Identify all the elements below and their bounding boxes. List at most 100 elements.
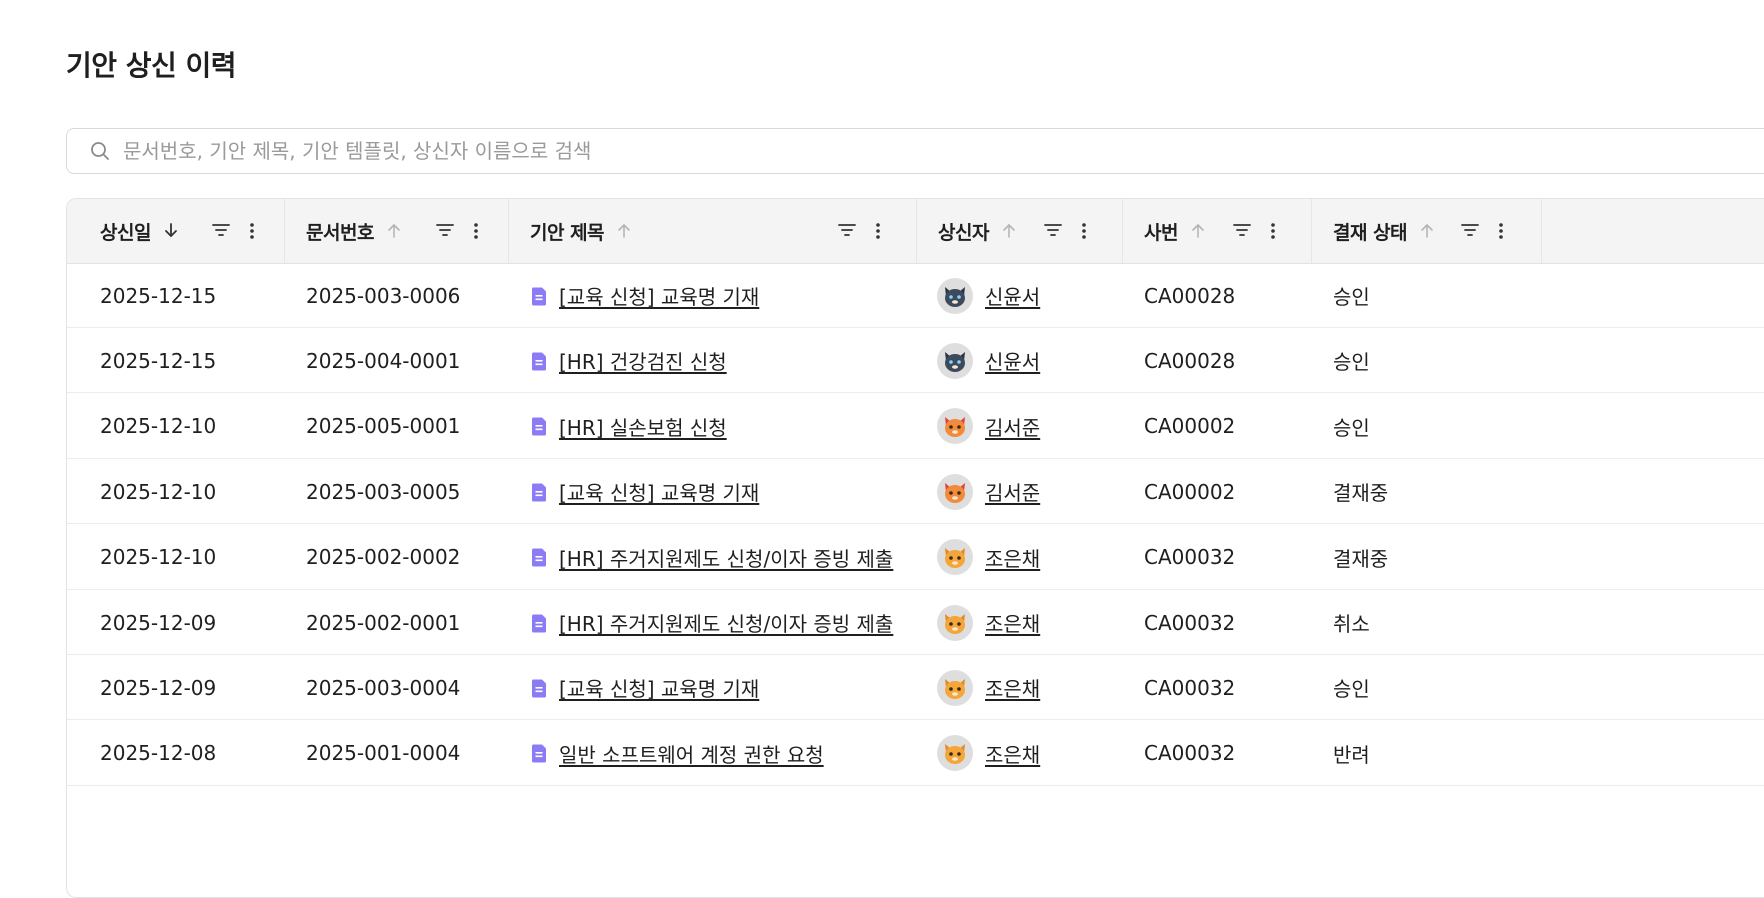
submitter-name-link[interactable]: 김서준 [985, 477, 1040, 506]
employee-number-cell: CA00032 [1144, 741, 1236, 766]
submitter-cell: 김서준 [937, 459, 1040, 524]
more-vertical-icon[interactable] [1079, 222, 1089, 240]
column-header-label: 사번 [1144, 221, 1178, 244]
submitter-name-link[interactable]: 신윤서 [985, 346, 1040, 375]
document-title-link[interactable]: [교육 신청] 교육명 기재 [559, 673, 759, 702]
submit-date-cell: 2025-12-10 [100, 545, 217, 570]
document-number-cell: 2025-004-0001 [306, 348, 461, 373]
approval-status-cell: 승인 [1333, 350, 1370, 375]
submitter-cell: 조은채 [937, 655, 1040, 720]
approval-status-cell: 결재중 [1333, 546, 1389, 571]
table-row[interactable]: 2025-12-09 2025-003-0004 [교육 신청] 교육명 기재 조은… [67, 655, 1764, 721]
orange-cat-avatar [937, 669, 973, 706]
column-header-label: 상신일 [100, 221, 151, 244]
employee-number-cell: CA00002 [1144, 479, 1236, 504]
red-cat-avatar [937, 473, 973, 510]
table-row[interactable]: 2025-12-10 2025-003-0005 [교육 신청] 교육명 기재 김서… [67, 459, 1764, 525]
more-vertical-icon[interactable] [247, 222, 257, 240]
document-title-link[interactable]: [HR] 주거지원제도 신청/이자 증빙 제출 [559, 543, 893, 572]
filter-icon[interactable] [837, 221, 857, 239]
column-header-label: 결재 상태 [1333, 221, 1408, 244]
column-header[interactable]: 결재 상태 [1312, 199, 1542, 263]
document-title-link[interactable]: [HR] 주거지원제도 신청/이자 증빙 제출 [559, 608, 893, 637]
column-header[interactable]: 문서번호 [285, 199, 509, 263]
orange-cat-avatar [937, 539, 973, 576]
arrow-up-icon[interactable] [386, 222, 402, 240]
arrow-up-icon[interactable] [1419, 222, 1435, 240]
more-vertical-icon[interactable] [1496, 222, 1506, 240]
document-title-link[interactable]: [교육 신청] 교육명 기재 [559, 477, 759, 506]
column-header-label: 기안 제목 [530, 221, 605, 244]
submitter-name-link[interactable]: 조은채 [985, 673, 1040, 702]
document-title-cell: [HR] 실손보험 신청 [531, 394, 727, 459]
column-header[interactable]: 상신일 [67, 199, 285, 263]
employee-number-cell: CA00028 [1144, 283, 1236, 308]
submitter-cell: 신윤서 [937, 263, 1040, 328]
orange-cat-avatar [937, 735, 973, 772]
document-icon [531, 482, 547, 502]
submit-date-cell: 2025-12-15 [100, 283, 217, 308]
search-input[interactable] [121, 138, 1764, 164]
document-title-cell: [HR] 건강검진 신청 [531, 328, 727, 393]
document-number-cell: 2025-003-0006 [306, 283, 461, 308]
table-row[interactable]: 2025-12-09 2025-002-0001 [HR] 주거지원제도 신청/이자… [67, 590, 1764, 655]
approval-status-cell: 취소 [1333, 612, 1370, 636]
document-icon [531, 351, 547, 371]
filter-icon[interactable] [1232, 221, 1252, 239]
arrow-up-icon[interactable] [1190, 222, 1206, 240]
table-row[interactable]: 2025-12-15 2025-004-0001 [HR] 건강검진 신청 신윤서 C… [67, 328, 1764, 394]
document-title-link[interactable]: [HR] 건강검진 신청 [559, 346, 727, 375]
document-icon [531, 416, 547, 436]
document-title-link[interactable]: [교육 신청] 교육명 기재 [559, 281, 759, 310]
submit-date-cell: 2025-12-08 [100, 741, 217, 766]
red-cat-avatar [937, 408, 973, 445]
column-header[interactable]: 기안 제목 [509, 199, 917, 263]
orange-cat-avatar [937, 604, 973, 641]
page-title: 기안 상신 이력 [66, 49, 237, 82]
approval-status-cell: 승인 [1333, 285, 1370, 309]
more-vertical-icon[interactable] [471, 222, 481, 240]
filter-icon[interactable] [1460, 221, 1480, 239]
document-title-cell: 일반 소프트웨어 계정 권한 요청 [531, 721, 824, 786]
document-number-cell: 2025-005-0001 [306, 414, 461, 439]
dark-cat-avatar [937, 277, 973, 314]
submitter-name-link[interactable]: 조은채 [985, 543, 1040, 572]
table-row[interactable]: 2025-12-08 2025-001-0004 일반 소프트웨어 계정 권한 요청… [67, 721, 1764, 786]
column-header[interactable]: 상신자 [917, 199, 1123, 263]
filter-icon[interactable] [435, 221, 455, 239]
submit-date-cell: 2025-12-10 [100, 479, 217, 504]
filter-icon[interactable] [1043, 221, 1063, 239]
table-row[interactable]: 2025-12-15 2025-003-0006 [교육 신청] 교육명 기재 신윤… [67, 263, 1764, 328]
table-row[interactable]: 2025-12-10 2025-005-0001 [HR] 실손보험 신청 김서준 C… [67, 394, 1764, 459]
document-title-cell: [교육 신청] 교육명 기재 [531, 263, 759, 328]
arrow-up-icon[interactable] [1001, 222, 1017, 240]
submit-date-cell: 2025-12-09 [100, 675, 217, 700]
arrow-up-icon[interactable] [616, 222, 632, 240]
document-title-link[interactable]: 일반 소프트웨어 계정 권한 요청 [559, 739, 824, 768]
submitter-name-link[interactable]: 김서준 [985, 412, 1040, 441]
more-vertical-icon[interactable] [1268, 222, 1278, 240]
employee-number-cell: CA00032 [1144, 545, 1236, 570]
submitter-cell: 신윤서 [937, 328, 1040, 393]
submitter-name-link[interactable]: 조은채 [985, 739, 1040, 768]
dark-cat-avatar [937, 342, 973, 379]
submitter-cell: 조은채 [937, 721, 1040, 786]
more-vertical-icon[interactable] [873, 222, 883, 240]
table-row[interactable]: 2025-12-10 2025-002-0002 [HR] 주거지원제도 신청/이자… [67, 525, 1764, 590]
search-bar[interactable] [66, 128, 1764, 174]
submitter-name-link[interactable]: 신윤서 [985, 281, 1040, 310]
employee-number-cell: CA00032 [1144, 675, 1236, 700]
submitter-name-link[interactable]: 조은채 [985, 608, 1040, 637]
document-title-cell: [HR] 주거지원제도 신청/이자 증빙 제출 [531, 590, 893, 655]
document-number-cell: 2025-002-0001 [306, 610, 461, 635]
arrow-down-icon[interactable] [163, 222, 179, 240]
column-header-extra [1542, 199, 1764, 263]
column-header[interactable]: 사번 [1123, 199, 1312, 263]
document-number-cell: 2025-002-0002 [306, 545, 461, 570]
document-title-link[interactable]: [HR] 실손보험 신청 [559, 412, 727, 441]
document-number-cell: 2025-003-0005 [306, 479, 461, 504]
submit-date-cell: 2025-12-10 [100, 414, 217, 439]
column-header-label: 문서번호 [306, 221, 374, 244]
submitter-cell: 조은채 [937, 525, 1040, 590]
filter-icon[interactable] [211, 221, 231, 239]
